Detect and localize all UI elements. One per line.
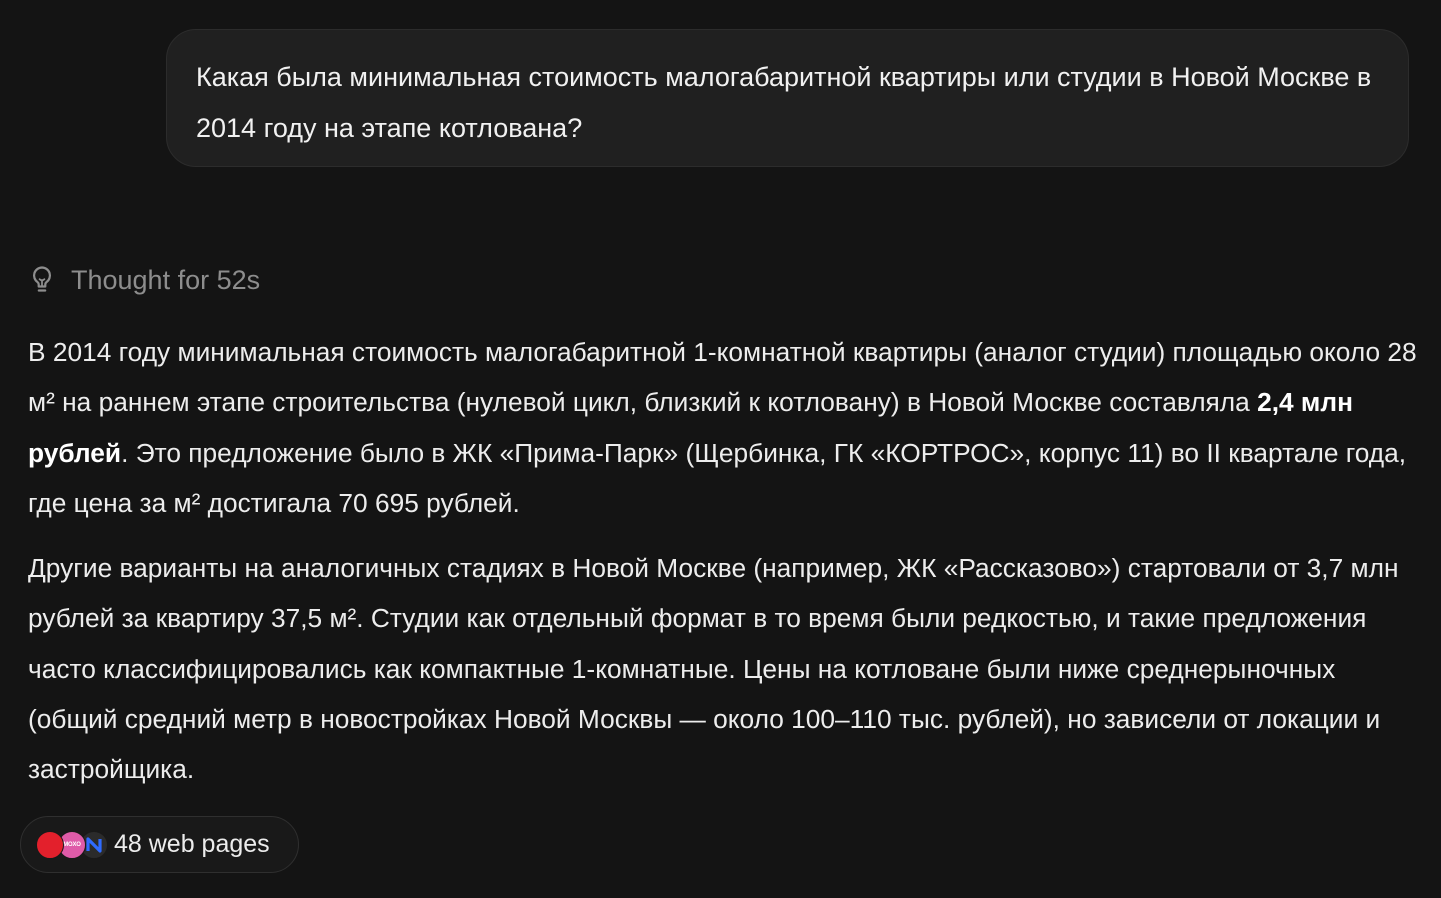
thought-toggle[interactable]: Thought for 52s bbox=[28, 258, 260, 302]
pink-favicon-text: MOXO bbox=[63, 841, 81, 848]
lightbulb-icon bbox=[28, 264, 56, 296]
source-favicons: MOXO bbox=[36, 830, 108, 860]
answer-p1-text-end: . Это предложение было в ЖК «Прима-Парк»… bbox=[28, 437, 1407, 518]
sources-button[interactable]: MOXO 48 web pages bbox=[20, 816, 299, 873]
sources-label: 48 web pages bbox=[114, 830, 270, 858]
assistant-answer: В 2014 году минимальная стоимость малога… bbox=[28, 327, 1418, 795]
red-circle-favicon bbox=[36, 830, 64, 859]
answer-paragraph-1: В 2014 году минимальная стоимость малога… bbox=[28, 327, 1418, 528]
thought-label: Thought for 52s bbox=[71, 264, 261, 295]
user-message-bubble: Какая была минимальная стоимость малогаб… bbox=[166, 29, 1409, 167]
user-message-text: Какая была минимальная стоимость малогаб… bbox=[196, 62, 1372, 143]
answer-p1-text-start: В 2014 году минимальная стоимость малога… bbox=[28, 337, 1417, 418]
answer-paragraph-2: Другие варианты на аналогичных стадиях в… bbox=[28, 553, 1399, 785]
